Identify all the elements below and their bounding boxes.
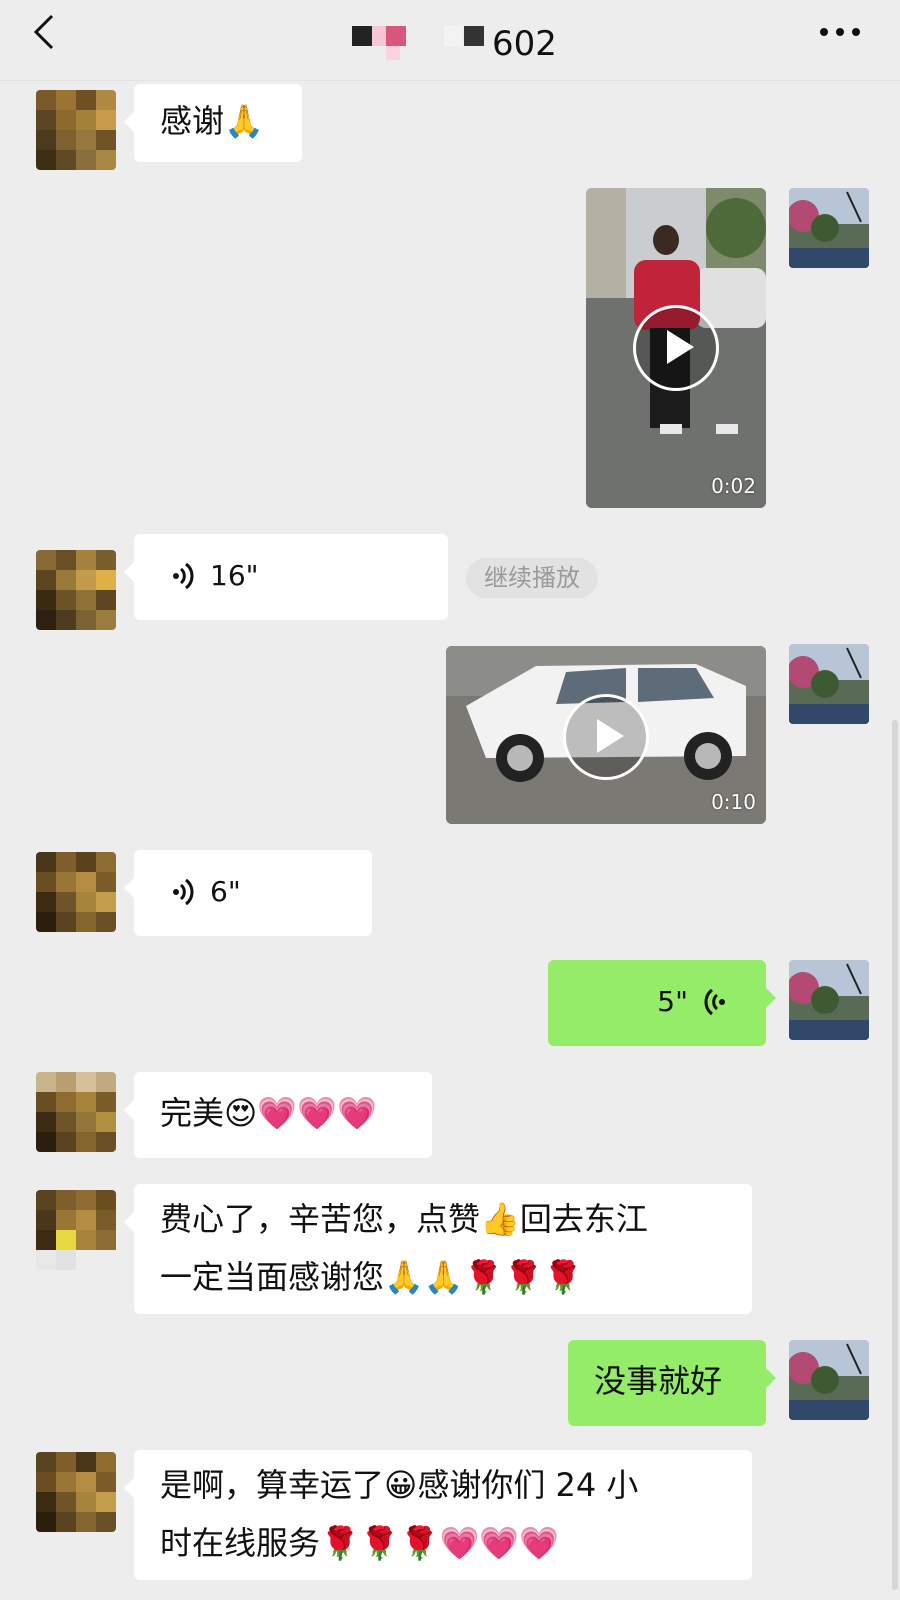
video-message[interactable]: 0:10 bbox=[446, 646, 766, 824]
avatar[interactable] bbox=[36, 852, 116, 932]
more-dots-icon[interactable] bbox=[818, 26, 862, 38]
avatar[interactable] bbox=[36, 1452, 116, 1532]
voice-duration: 6" bbox=[210, 875, 241, 908]
avatar[interactable] bbox=[36, 1190, 116, 1270]
avatar-self[interactable] bbox=[789, 644, 869, 724]
message-line: 时在线服务🌹🌹🌹💗💗💗 bbox=[160, 1524, 560, 1562]
scrollbar[interactable] bbox=[892, 720, 898, 1590]
message-text: 完美😍💗💗💗 bbox=[160, 1094, 377, 1132]
voice-duration: 16" bbox=[210, 559, 259, 592]
voice-message[interactable]: 5" bbox=[548, 960, 776, 1046]
video-duration: 0:10 bbox=[711, 790, 756, 814]
message-text: 是啊，算幸运了😀感谢你们 24 小 时在线服务🌹🌹🌹💗💗💗 bbox=[134, 1450, 752, 1582]
chevron-left-icon[interactable] bbox=[26, 12, 66, 52]
title-redaction bbox=[372, 26, 386, 46]
avatar[interactable] bbox=[36, 1072, 116, 1152]
title-redaction bbox=[386, 46, 400, 60]
video-message[interactable]: 0:02 bbox=[586, 188, 766, 508]
avatar-self[interactable] bbox=[789, 1340, 869, 1420]
message-bubble[interactable]: 没事就好 bbox=[568, 1340, 776, 1426]
voice-duration: 5" bbox=[657, 985, 688, 1018]
message-text: 费心了，辛苦您，点赞👍回去东江 一定当面感谢您🙏🙏🌹🌹🌹 bbox=[134, 1184, 752, 1316]
avatar[interactable] bbox=[36, 90, 116, 170]
title-redaction bbox=[386, 26, 406, 46]
avatar-image bbox=[789, 1340, 869, 1420]
voice-message[interactable]: 16" bbox=[124, 534, 448, 620]
message-line: 费心了，辛苦您，点赞👍回去东江 bbox=[160, 1200, 648, 1238]
message-bubble[interactable]: 感谢🙏 bbox=[124, 84, 302, 162]
title-redaction bbox=[444, 26, 462, 46]
voice-wave-icon bbox=[173, 562, 194, 590]
avatar-image bbox=[789, 188, 869, 268]
message-line: 是啊，算幸运了😀感谢你们 24 小 bbox=[160, 1466, 639, 1504]
play-icon[interactable] bbox=[633, 305, 719, 391]
avatar[interactable] bbox=[36, 550, 116, 630]
message-text: 没事就好 bbox=[594, 1362, 723, 1400]
message-line: 一定当面感谢您🙏🙏🌹🌹🌹 bbox=[160, 1258, 584, 1296]
message-text: 感谢🙏 bbox=[160, 102, 264, 140]
avatar-image bbox=[789, 960, 869, 1040]
chat-title-text: 602 bbox=[492, 24, 557, 64]
chat-header: 602 bbox=[0, 0, 900, 81]
avatar-self[interactable] bbox=[789, 960, 869, 1040]
voice-message[interactable]: 6" bbox=[124, 850, 372, 936]
message-bubble[interactable]: 是啊，算幸运了😀感谢你们 24 小 时在线服务🌹🌹🌹💗💗💗 bbox=[124, 1450, 752, 1582]
play-icon[interactable] bbox=[563, 694, 649, 780]
voice-wave-icon bbox=[173, 878, 194, 906]
video-duration: 0:02 bbox=[711, 474, 756, 498]
title-redaction bbox=[464, 26, 484, 46]
avatar-image bbox=[789, 644, 869, 724]
message-bubble[interactable]: 完美😍💗💗💗 bbox=[124, 1072, 432, 1158]
chat-title: 602 bbox=[352, 18, 572, 64]
avatar-self[interactable] bbox=[789, 188, 869, 268]
message-bubble[interactable]: 费心了，辛苦您，点赞👍回去东江 一定当面感谢您🙏🙏🌹🌹🌹 bbox=[124, 1184, 752, 1316]
title-redaction bbox=[352, 26, 372, 46]
continue-playback-button[interactable]: 继续播放 bbox=[466, 558, 598, 598]
voice-wave-icon bbox=[704, 988, 725, 1016]
